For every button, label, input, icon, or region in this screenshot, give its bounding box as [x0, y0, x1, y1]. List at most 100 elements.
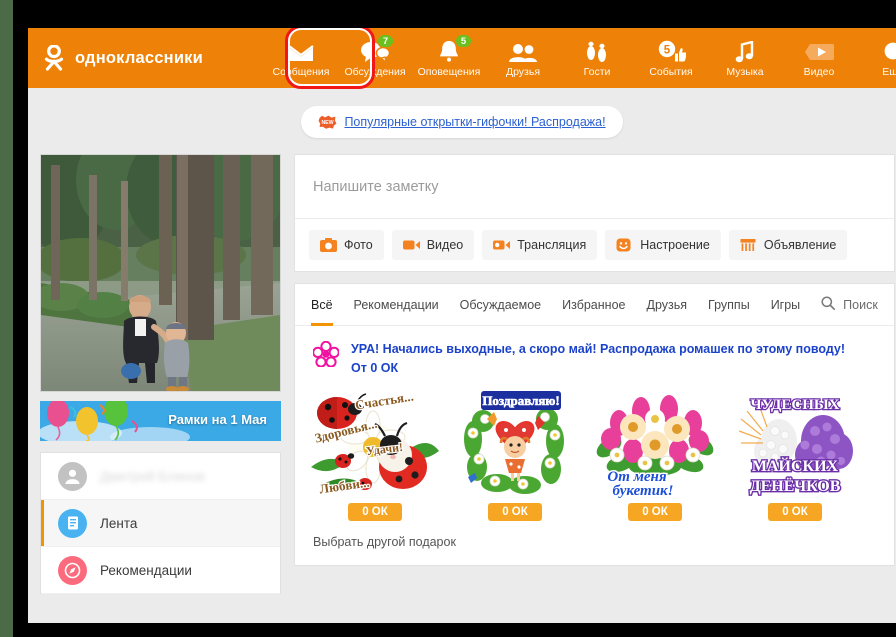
gift-price-button[interactable]: 0 ОК — [348, 502, 402, 521]
feed-search[interactable]: Поиск — [821, 296, 878, 313]
composer-action-mood-label: Настроение — [640, 238, 710, 252]
tab-discussed[interactable]: Обсуждаемое — [460, 284, 541, 326]
nav-item-more[interactable]: Ещё — [856, 28, 896, 88]
gift-image-ladybugs-card[interactable]: Счастья... Здоровья... Удачи! Любви... — [311, 388, 439, 499]
gift-image-may-days-card[interactable]: ЧУДЕСНЫХ МАЙСКИХ ДЕНЁЧКОВ — [731, 388, 859, 499]
gift-promo-text: УРА! Начались выходные, а скоро май! Рас… — [351, 340, 845, 378]
smiley-icon — [616, 238, 633, 252]
gift-price-button[interactable]: 0 ОК — [768, 502, 822, 521]
sidebar: Рамки на 1 Мая Дмитрий Блинов Лента Реко… — [40, 154, 281, 594]
tab-recommendations[interactable]: Рекомендации — [354, 284, 439, 326]
nav-item-messages[interactable]: Сообщения — [264, 28, 338, 88]
browser-viewport: одноклассники Сообщения 7 Обсуждения 5 О… — [28, 28, 896, 623]
nav-label-more: Ещё — [882, 65, 896, 78]
music-note-icon — [735, 39, 755, 63]
composer-action-photo[interactable]: Фото — [309, 230, 384, 260]
nav-item-events[interactable]: 5 События — [634, 28, 708, 88]
badge-notifications: 5 — [455, 33, 472, 48]
note-composer: Напишите заметку Фото Видео Трансляция Н… — [294, 154, 895, 272]
svg-text:5: 5 — [664, 44, 671, 56]
video-camera-icon — [402, 238, 420, 252]
sidebar-item-profile-label: Дмитрий Блинов — [100, 468, 205, 484]
sidebar-item-recommendations[interactable]: Рекомендации — [41, 547, 280, 594]
gift-image-congratulations-card[interactable]: Поздравляю! — [451, 388, 579, 499]
composer-action-mood[interactable]: Настроение — [605, 230, 721, 260]
nav-item-discussions[interactable]: 7 Обсуждения — [338, 28, 412, 88]
feed-tabs: Всё Рекомендации Обсуждаемое Избранное Д… — [295, 284, 894, 326]
nav-item-guests[interactable]: Гости — [560, 28, 634, 88]
svg-text:Поздравляю!: Поздравляю! — [482, 393, 559, 408]
nav-item-notifications[interactable]: 5 Оповещения — [412, 28, 486, 88]
flower-icon — [312, 340, 340, 368]
composer-action-announcement[interactable]: Объявление — [728, 230, 848, 260]
composer-action-video[interactable]: Видео — [391, 230, 475, 260]
profile-photo[interactable] — [40, 154, 281, 392]
nav-label-discussions: Обсуждения — [344, 65, 406, 78]
nav-label-friends: Друзья — [505, 65, 541, 78]
tab-friends[interactable]: Друзья — [646, 284, 687, 326]
bell-icon: 5 — [438, 33, 472, 63]
user-avatar-icon — [58, 461, 87, 491]
svg-text:ЧУДЕСНЫХ: ЧУДЕСНЫХ — [751, 397, 840, 413]
sidebar-item-profile[interactable]: Дмитрий Блинов — [41, 453, 280, 500]
compass-icon — [58, 555, 87, 585]
composer-action-video-label: Видео — [426, 238, 464, 252]
composer-action-broadcast-label: Трансляция — [517, 238, 587, 252]
site-header: одноклассники Сообщения 7 Обсуждения 5 О… — [28, 28, 896, 89]
gift-price-button[interactable]: 0 ОК — [488, 502, 542, 521]
tab-groups[interactable]: Группы — [708, 284, 750, 326]
sidebar-item-feed-label: Лента — [100, 515, 138, 531]
feed-search-label: Поиск — [843, 297, 878, 312]
composer-action-photo-label: Фото — [344, 238, 373, 252]
nav-label-music: Музыка — [726, 65, 764, 78]
banner-may-frames[interactable]: Рамки на 1 Мая — [40, 401, 281, 441]
site-logo-text: одноклассники — [75, 48, 203, 67]
video-play-icon — [803, 39, 835, 63]
search-icon — [821, 296, 836, 313]
gift-promo-header: УРА! Начались выходные, а скоро май! Рас… — [295, 326, 894, 384]
gift-card: ЧУДЕСНЫХ МАЙСКИХ ДЕНЁЧКОВ 0 ОК — [731, 388, 859, 521]
content-columns: Рамки на 1 Мая Дмитрий Блинов Лента Реко… — [28, 138, 896, 594]
footprints-icon — [585, 39, 609, 63]
gift-price-button[interactable]: 0 ОК — [628, 502, 682, 521]
gift-card: Поздравляю! 0 ОК — [451, 388, 579, 521]
composer-action-broadcast[interactable]: Трансляция — [482, 230, 598, 260]
sidebar-item-recommendations-label: Рекомендации — [100, 562, 192, 578]
composer-actions: Фото Видео Трансляция Настроение Объявле… — [295, 218, 894, 271]
new-sticker-icon: NEW — [318, 115, 337, 129]
gift-image-bouquet-card[interactable]: От меня букетик! — [591, 388, 719, 499]
gift-list: Счастья... Здоровья... Удачи! Любви... 0… — [295, 384, 894, 521]
tab-all[interactable]: Всё — [311, 284, 333, 326]
note-input[interactable]: Напишите заметку — [295, 155, 894, 218]
nav-item-friends[interactable]: Друзья — [486, 28, 560, 88]
composer-action-announcement-label: Объявление — [763, 238, 837, 252]
camera-icon — [320, 238, 337, 252]
promo-banner[interactable]: NEW Популярные открытки-гифочки! Распрод… — [301, 106, 623, 138]
choose-other-gift-link[interactable]: Выбрать другой подарок — [295, 521, 894, 565]
tab-favorites[interactable]: Избранное — [562, 284, 625, 326]
nav-label-notifications: Оповещения — [417, 65, 481, 78]
broadcast-icon — [493, 238, 511, 252]
feed-icon — [58, 508, 87, 538]
sidebar-menu: Дмитрий Блинов Лента Рекомендации — [40, 452, 281, 594]
nav-label-guests: Гости — [583, 65, 611, 78]
tab-games[interactable]: Игры — [771, 284, 800, 326]
gift-promo-line2: От 0 ОК — [351, 360, 399, 375]
feed-panel: Всё Рекомендации Обсуждаемое Избранное Д… — [294, 283, 895, 566]
badge-discussions: 7 — [377, 33, 394, 48]
promo-banner-link[interactable]: Популярные открытки-гифочки! Распродажа! — [344, 115, 605, 129]
banner-may-frames-label: Рамки на 1 Мая — [168, 412, 267, 427]
main-content: Напишите заметку Фото Видео Трансляция Н… — [294, 154, 895, 594]
promo-banner-row: NEW Популярные открытки-гифочки! Распрод… — [28, 88, 896, 138]
desktop-background-strip — [0, 0, 13, 637]
site-logo[interactable]: одноклассники — [28, 28, 264, 88]
more-circle-icon — [880, 39, 896, 63]
nav-item-video[interactable]: Видео — [782, 28, 856, 88]
people-icon — [508, 39, 538, 63]
gift-promo-line1: УРА! Начались выходные, а скоро май! Рас… — [351, 342, 846, 356]
ok-logo-icon — [42, 44, 66, 71]
svg-text:NEW: NEW — [322, 120, 334, 126]
sidebar-item-feed[interactable]: Лента — [41, 500, 280, 547]
nav-item-music[interactable]: Музыка — [708, 28, 782, 88]
main-navigation: Сообщения 7 Обсуждения 5 Оповещения Друз… — [264, 28, 896, 88]
